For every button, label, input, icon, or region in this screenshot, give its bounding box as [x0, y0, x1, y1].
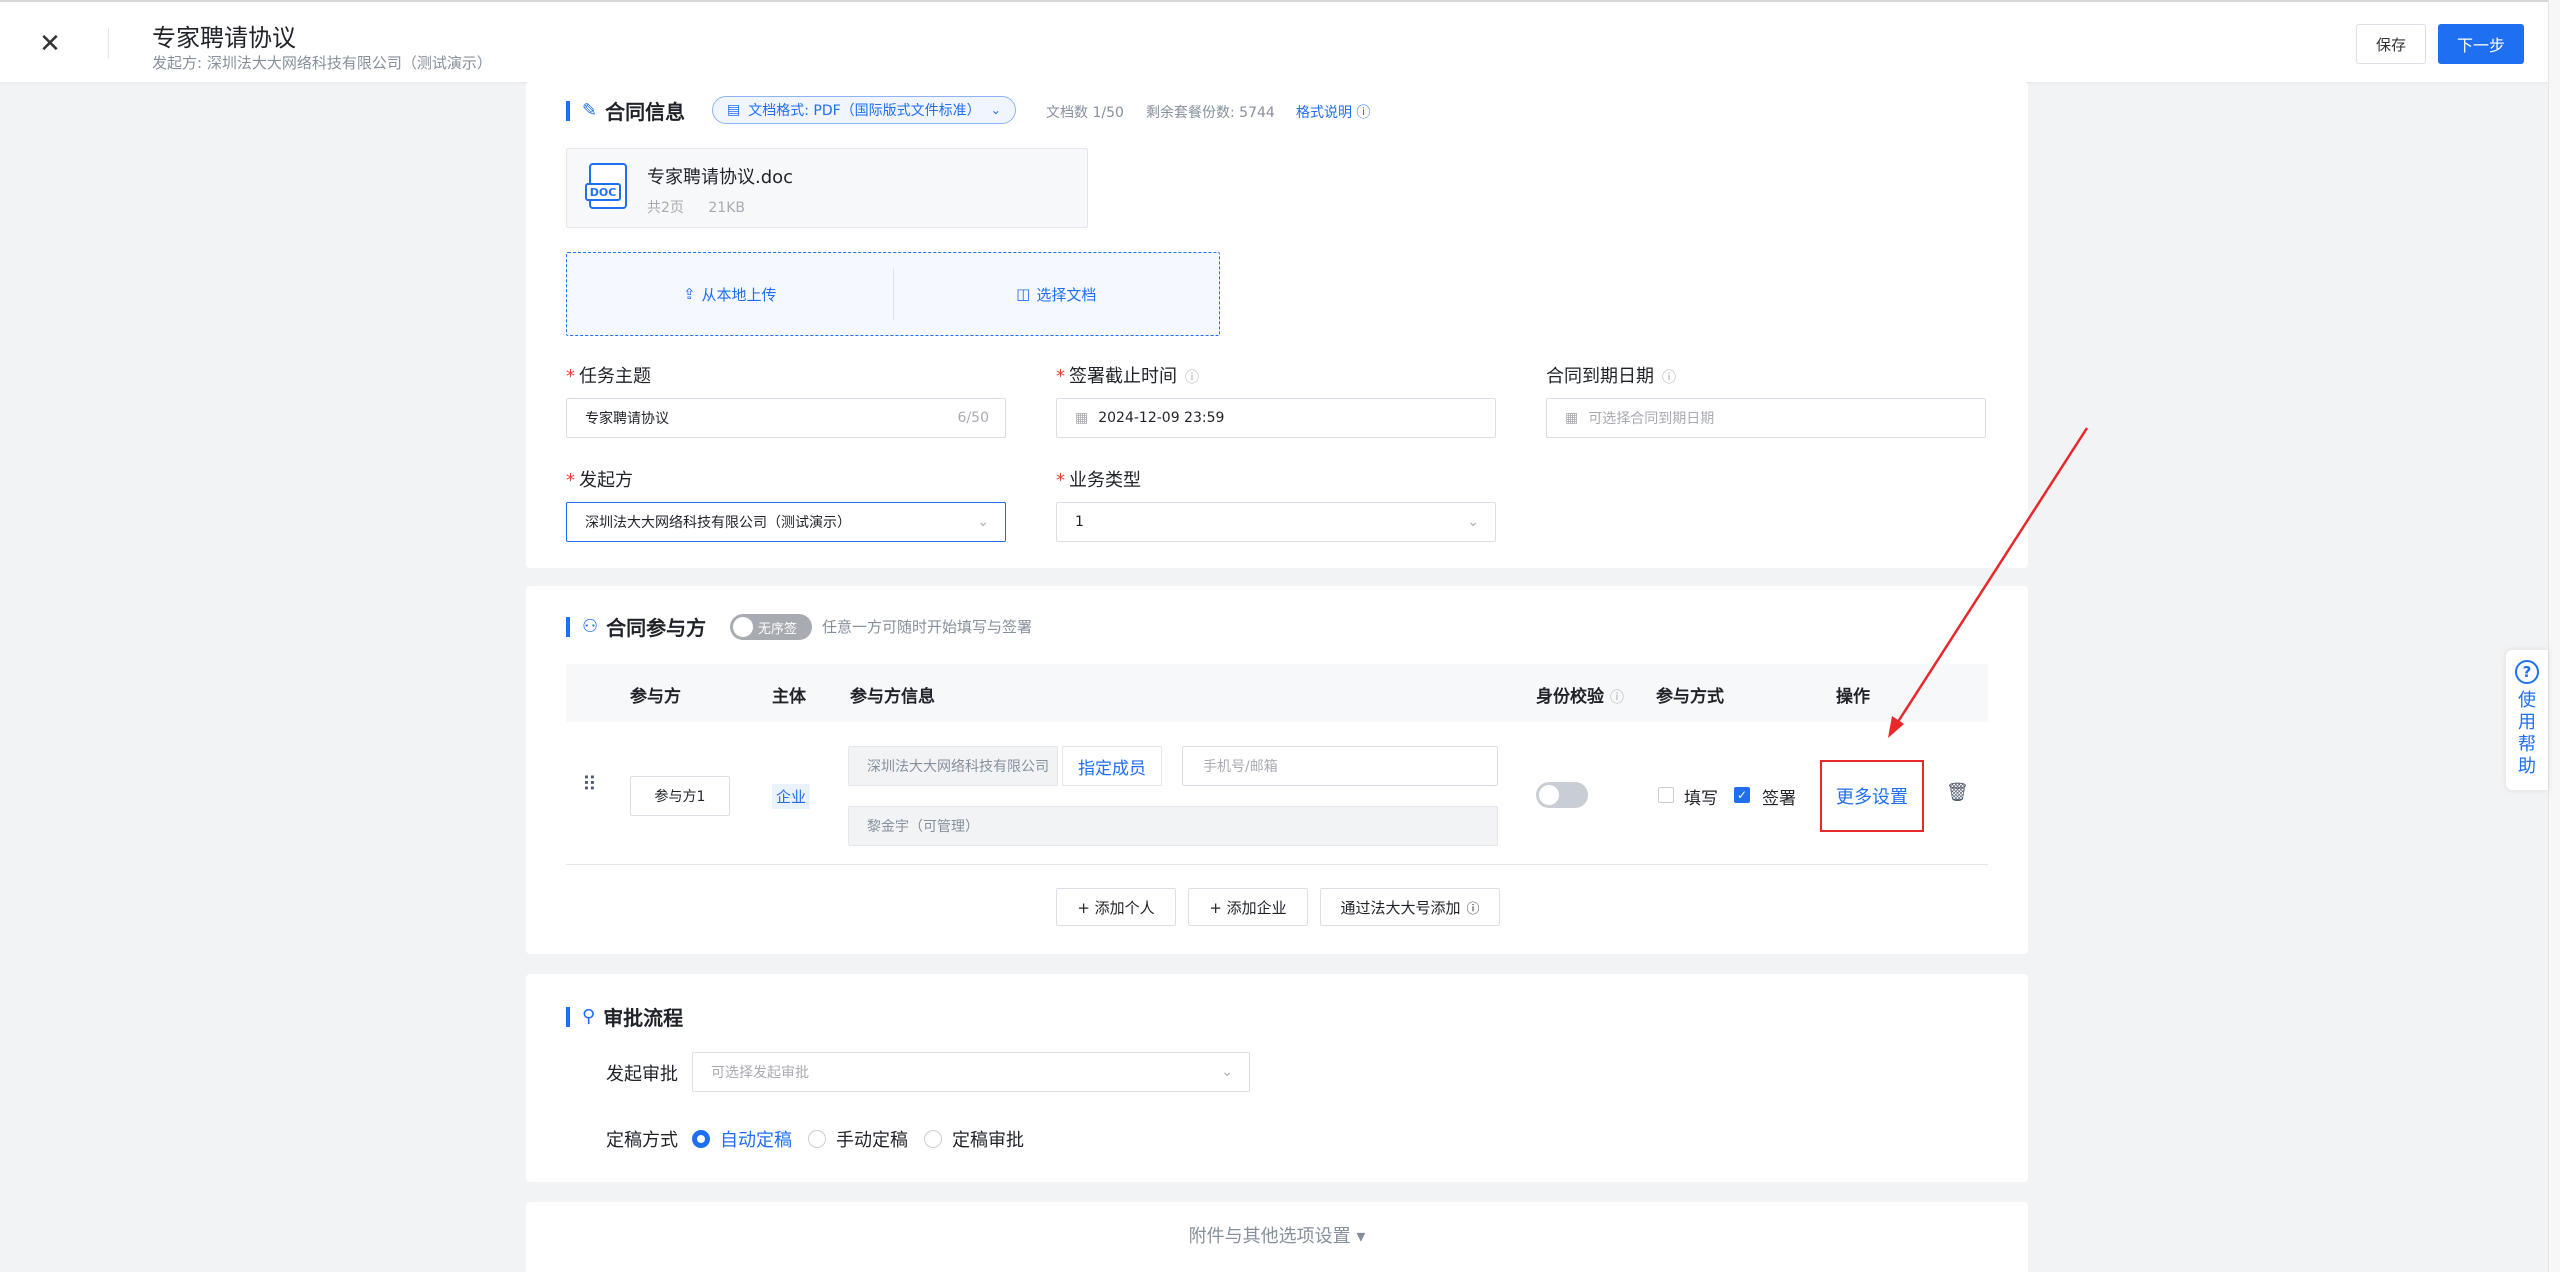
radio-finalize-approval[interactable] — [924, 1130, 942, 1148]
fill-checkbox[interactable] — [1658, 787, 1674, 803]
choose-doc-button[interactable]: ◫ 选择文档 — [894, 253, 1220, 335]
approval-icon: ⚲ — [582, 1006, 596, 1027]
add-person-button[interactable]: + 添加个人 — [1056, 888, 1176, 926]
approval-title: ⚲ 审批流程 — [566, 1002, 683, 1031]
info-icon: ⓘ — [1185, 370, 1199, 386]
initiator-label: * 发起方 — [566, 470, 633, 491]
participants-title: ⚇ 合同参与方 — [566, 612, 706, 641]
deadline-input[interactable]: ▦ 2024-12-09 23:59 — [1056, 398, 1496, 438]
initiate-approval-select[interactable]: 可选择发起审批 ⌄ — [692, 1052, 1250, 1092]
format-help-link[interactable]: 格式说明 ⓘ — [1296, 102, 1370, 122]
info-icon: ⓘ — [1610, 690, 1624, 706]
top-header: ✕ 专家聘请协议 发起方: 深圳法大大网络科技有限公司（测试演示） 保存 下一步 — [0, 0, 2548, 82]
biz-type-select[interactable]: 1 ⌄ — [1056, 502, 1496, 542]
help-tab[interactable]: ? 使用帮助 — [2506, 650, 2548, 790]
phone-email-input[interactable]: 手机号/邮箱 — [1182, 746, 1498, 786]
info-icon: ⓘ — [1662, 370, 1676, 386]
question-icon: ? — [2515, 660, 2539, 684]
participants-table-header: 参与方 主体 参与方信息 身份校验 ⓘ 参与方式 操作 — [566, 664, 1988, 722]
member-input: 黎金宇（可管理） — [848, 806, 1498, 846]
help-label: 使用帮助 — [2518, 690, 2536, 777]
order-toggle[interactable]: 无序签 — [730, 614, 812, 640]
identity-verify-switch[interactable] — [1536, 782, 1588, 808]
chevron-down-icon: ⌄ — [1221, 1064, 1233, 1080]
contract-info-title: ✎ 合同信息 — [566, 96, 685, 125]
radio-manual-finalize[interactable] — [808, 1130, 826, 1148]
save-button[interactable]: 保存 — [2356, 24, 2426, 64]
chevron-down-icon: ⌄ — [1467, 514, 1479, 530]
sign-label: 签署 — [1762, 789, 1796, 809]
drag-handle-icon[interactable]: ⠿ — [582, 772, 597, 796]
page-subtitle: 发起方: 深圳法大大网络科技有限公司（测试演示） — [152, 54, 492, 72]
add-by-fdd-button[interactable]: 通过法大大号添加 ⓘ — [1320, 888, 1500, 926]
expiry-label: 合同到期日期 ⓘ — [1546, 366, 1676, 387]
task-subject-input[interactable]: 专家聘请协议 6/50 — [566, 398, 1006, 438]
finalize-label: 定稿方式 — [606, 1130, 678, 1151]
manual-finalize-label: 手动定稿 — [836, 1130, 908, 1151]
doc-file-icon: DOC — [585, 163, 627, 209]
upload-area: ⇪ 从本地上传 ◫ 选择文档 — [566, 252, 1220, 336]
edit-icon: ✎ — [582, 100, 598, 121]
calendar-icon: ▦ — [1075, 410, 1089, 426]
auto-finalize-label: 自动定稿 — [720, 1130, 792, 1151]
more-settings-button[interactable]: 更多设置 — [1820, 760, 1924, 832]
info-icon: ⓘ — [1356, 105, 1371, 121]
fill-label: 填写 — [1684, 789, 1718, 809]
expiry-input[interactable]: ▦ 可选择合同到期日期 — [1546, 398, 1986, 438]
finalize-approval-label: 定稿审批 — [952, 1130, 1024, 1151]
header-divider — [108, 28, 109, 58]
doc-count: 文档数 1/50 — [1046, 105, 1124, 121]
assign-member-button[interactable]: 指定成员 — [1062, 746, 1162, 786]
toggle-description: 任意一方可随时开始填写与签署 — [822, 618, 1033, 636]
party-name-input[interactable]: 参与方1 — [630, 776, 730, 816]
file-meta: 共2页 21KB — [647, 200, 745, 216]
remaining-count: 剩余套餐份数: 5744 — [1146, 105, 1275, 121]
users-icon: ⚇ — [582, 616, 599, 637]
chevron-down-icon: ⌄ — [990, 103, 1001, 117]
sign-checkbox[interactable]: ✓ — [1734, 787, 1750, 803]
initiator-select[interactable]: 深圳法大大网络科技有限公司（测试演示） ⌄ — [566, 502, 1006, 542]
upload-local-button[interactable]: ⇪ 从本地上传 — [567, 253, 893, 335]
file-name: 专家聘请协议.doc — [647, 167, 794, 188]
char-count: 6/50 — [957, 410, 989, 426]
doc-format-select[interactable]: ▤ 文档格式: PDF（国际版式文件标准） ⌄ — [712, 96, 1016, 124]
approval-card: ⚲ 审批流程 发起审批 可选择发起审批 ⌄ 定稿方式 自动定稿 手动定稿 定稿审… — [526, 974, 2028, 1182]
chevron-down-icon: ⌄ — [977, 514, 989, 530]
trash-icon[interactable]: 🗑 — [1946, 782, 1969, 803]
calendar-icon: ▦ — [1565, 410, 1579, 426]
page-scrollbar[interactable] — [2548, 0, 2560, 1272]
template-icon: ◫ — [1016, 285, 1031, 303]
more-options-toggle[interactable]: 附件与其他选项设置 ▾ — [526, 1222, 2028, 1248]
subject-tag[interactable]: 企业 — [772, 784, 811, 809]
participants-card: ⚇ 合同参与方 无序签 任意一方可随时开始填写与签署 参与方 主体 参与方信息 … — [526, 586, 2028, 954]
file-icon: ▤ — [727, 102, 741, 118]
radio-auto-finalize[interactable] — [692, 1130, 710, 1148]
add-company-button[interactable]: + 添加企业 — [1188, 888, 1308, 926]
close-icon[interactable]: ✕ — [30, 24, 70, 64]
info-icon: ⓘ — [1466, 901, 1480, 917]
next-step-button[interactable]: 下一步 — [2438, 24, 2524, 64]
company-input: 深圳法大大网络科技有限公司（测试演示） — [848, 746, 1058, 786]
task-subject-label: * 任务主题 — [566, 366, 651, 387]
biz-type-label: * 业务类型 — [1056, 470, 1141, 491]
initiate-approval-label: 发起审批 — [606, 1064, 678, 1085]
page-title: 专家聘请协议 — [152, 24, 296, 52]
contract-info-card: ✎ 合同信息 ▤ 文档格式: PDF（国际版式文件标准） ⌄ 文档数 1/50 … — [526, 82, 2028, 568]
more-options-card: 附件与其他选项设置 ▾ — [526, 1202, 2028, 1272]
upload-icon: ⇪ — [682, 285, 696, 303]
file-card[interactable]: DOC 专家聘请协议.doc 共2页 21KB — [566, 148, 1088, 228]
deadline-label: * 签署截止时间 ⓘ — [1056, 366, 1199, 387]
